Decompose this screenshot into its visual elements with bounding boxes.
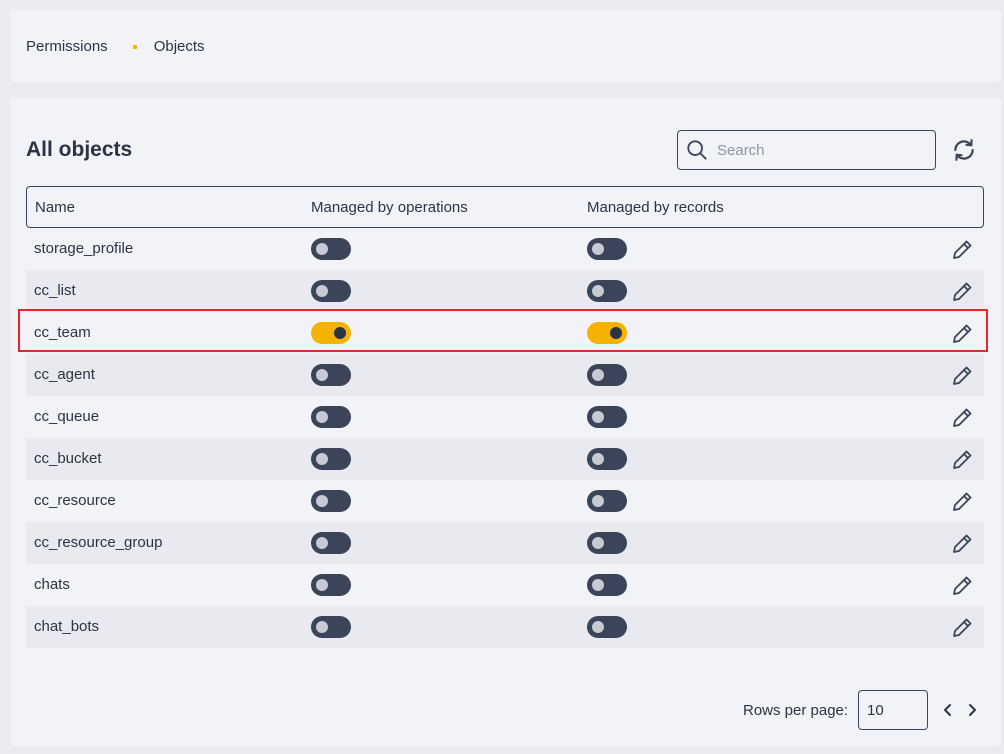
table-row: cc_agent — [26, 354, 984, 396]
breadcrumb-card: Permissions Objects — [10, 10, 1001, 82]
operations-toggle[interactable] — [311, 532, 351, 554]
pencil-icon[interactable] — [950, 322, 974, 346]
table-row: storage_profile — [26, 228, 984, 270]
toggle-knob — [592, 495, 604, 507]
toggle-knob — [592, 579, 604, 591]
toggle-knob — [592, 243, 604, 255]
table-row: chats — [26, 564, 984, 606]
rows-per-page-input[interactable] — [858, 690, 928, 730]
object-name: cc_list — [34, 282, 76, 299]
search-icon — [687, 140, 707, 160]
breadcrumb-separator — [132, 44, 137, 49]
column-header-records[interactable]: Managed by records — [587, 199, 724, 216]
toggle-knob — [592, 621, 604, 633]
operations-toggle[interactable] — [311, 448, 351, 470]
toggle-knob — [592, 369, 604, 381]
records-toggle[interactable] — [587, 448, 627, 470]
pencil-icon[interactable] — [950, 532, 974, 556]
column-header-name[interactable]: Name — [35, 199, 75, 216]
chevron-right-icon[interactable] — [964, 702, 980, 718]
toggle-knob — [316, 495, 328, 507]
pencil-icon[interactable] — [950, 280, 974, 304]
records-toggle[interactable] — [587, 322, 627, 344]
object-name: chat_bots — [34, 618, 100, 635]
pagination: Rows per page: — [743, 690, 993, 730]
records-toggle[interactable] — [587, 532, 627, 554]
pencil-icon[interactable] — [950, 616, 974, 640]
object-name: cc_agent — [34, 366, 95, 383]
table-row: cc_list — [26, 270, 984, 312]
records-toggle[interactable] — [587, 364, 627, 386]
table-body: storage_profile cc_list cc_team cc_agent cc_… — [26, 228, 984, 648]
table-row: cc_bucket — [26, 438, 984, 480]
object-name: cc_resource — [34, 492, 116, 509]
table-row: cc_resource — [26, 480, 984, 522]
breadcrumb: Permissions Objects — [26, 38, 205, 55]
table-row: cc_resource_group — [26, 522, 984, 564]
object-name: cc_team — [34, 324, 91, 341]
pencil-icon[interactable] — [950, 574, 974, 598]
toggle-knob — [592, 411, 604, 423]
operations-toggle[interactable] — [311, 364, 351, 386]
toggle-knob — [316, 243, 328, 255]
objects-table: Name Managed by operations Managed by re… — [26, 186, 984, 648]
toggle-knob — [316, 369, 328, 381]
records-toggle[interactable] — [587, 238, 627, 260]
refresh-icon[interactable] — [951, 137, 977, 163]
records-toggle[interactable] — [587, 490, 627, 512]
operations-toggle[interactable] — [311, 616, 351, 638]
pencil-icon[interactable] — [950, 364, 974, 388]
search-input[interactable] — [717, 141, 917, 159]
object-name: chats — [34, 576, 70, 593]
operations-toggle[interactable] — [311, 490, 351, 512]
breadcrumb-item-permissions[interactable]: Permissions — [26, 38, 108, 55]
page-title: All objects — [26, 138, 133, 161]
rows-per-page-label: Rows per page: — [743, 702, 849, 719]
operations-toggle[interactable] — [311, 280, 351, 302]
operations-toggle[interactable] — [311, 322, 351, 344]
table-row: cc_team — [26, 312, 984, 354]
toggle-knob — [592, 453, 604, 465]
toggle-knob — [610, 327, 622, 339]
pencil-icon[interactable] — [950, 448, 974, 472]
toggle-knob — [592, 285, 604, 297]
object-name: cc_bucket — [34, 450, 102, 467]
table-row: cc_queue — [26, 396, 984, 438]
operations-toggle[interactable] — [311, 238, 351, 260]
records-toggle[interactable] — [587, 574, 627, 596]
breadcrumb-item-objects: Objects — [153, 38, 205, 55]
toggle-knob — [316, 579, 328, 591]
toggle-knob — [334, 327, 346, 339]
records-toggle[interactable] — [587, 280, 627, 302]
column-header-operations[interactable]: Managed by operations — [311, 199, 468, 216]
object-name: cc_resource_group — [34, 534, 163, 551]
table-row: chat_bots — [26, 606, 984, 648]
toggle-knob — [316, 411, 328, 423]
operations-toggle[interactable] — [311, 406, 351, 428]
pencil-icon[interactable] — [950, 490, 974, 514]
toggle-knob — [316, 537, 328, 549]
records-toggle[interactable] — [587, 616, 627, 638]
toggle-knob — [316, 453, 328, 465]
pencil-icon[interactable] — [950, 406, 974, 430]
object-name: cc_queue — [34, 408, 100, 425]
search-box[interactable] — [677, 130, 936, 170]
table-header: Name Managed by operations Managed by re… — [26, 186, 984, 228]
toggle-knob — [316, 285, 328, 297]
records-toggle[interactable] — [587, 406, 627, 428]
objects-panel: All objects Name Managed by operations M… — [10, 98, 1001, 746]
chevron-left-icon[interactable] — [940, 702, 956, 718]
object-name: storage_profile — [34, 240, 134, 257]
pencil-icon[interactable] — [950, 238, 974, 262]
operations-toggle[interactable] — [311, 574, 351, 596]
toggle-knob — [316, 621, 328, 633]
toggle-knob — [592, 537, 604, 549]
